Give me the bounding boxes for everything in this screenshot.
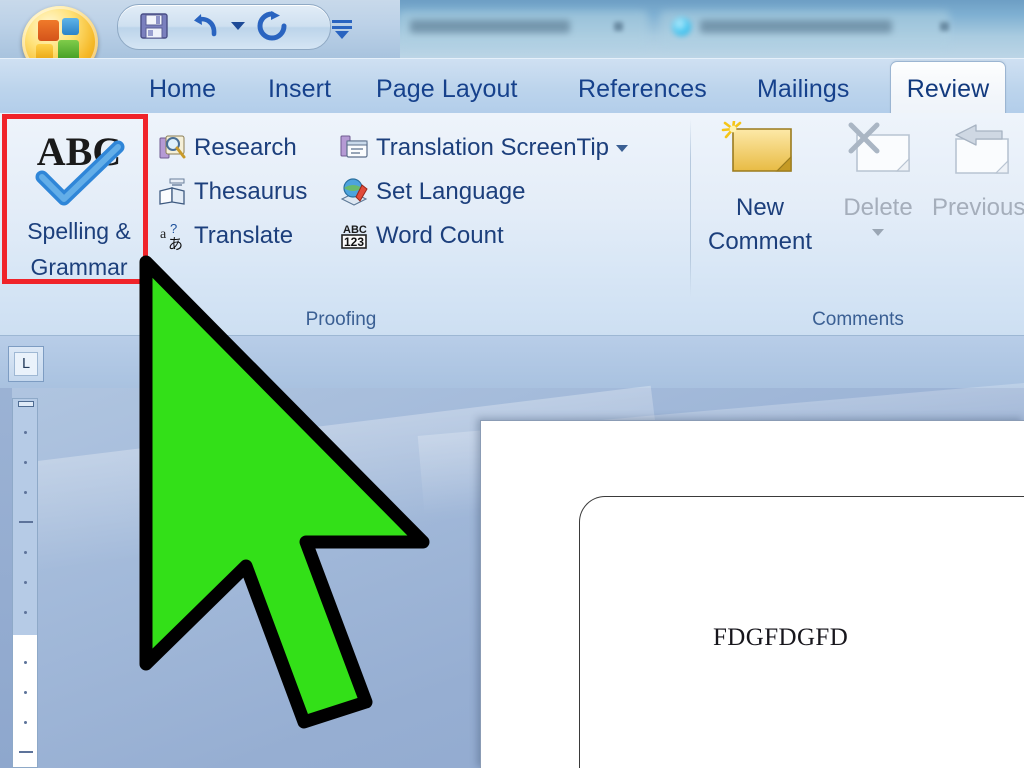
document-body-text[interactable]: FDGFDGFD (713, 624, 848, 652)
abc-checkmark-icon: ABC (24, 125, 134, 209)
tab-stop-selector[interactable]: L (8, 346, 44, 382)
spelling-label-line1: Spelling & (27, 218, 131, 244)
undo-arrow-icon[interactable] (190, 10, 222, 42)
word-application-window: Home Insert Page Layout References Maili… (0, 0, 1024, 768)
new-comment-line2: Comment (707, 228, 813, 255)
vertical-ruler[interactable] (12, 398, 38, 768)
translation-screentip-chevron-down-icon[interactable] (616, 144, 628, 152)
previous-comment-button[interactable]: Previous (930, 121, 1024, 225)
set-language-button[interactable]: Set Language (340, 175, 525, 209)
browser-tab-2-close-icon[interactable] (940, 22, 949, 31)
document-page[interactable]: FDGFDGFD (480, 420, 1024, 768)
thesaurus-label: Thesaurus (194, 178, 308, 205)
orb-square-blue (62, 18, 79, 35)
tab-home[interactable]: Home (137, 63, 228, 115)
previous-comment-label: Previous (932, 191, 1024, 225)
orb-square-orange (38, 20, 59, 41)
tab-insert-label: Insert (268, 74, 332, 103)
word-count-label: Word Count (376, 222, 504, 249)
vruler-tick (24, 691, 27, 694)
browser-tab-1-title (410, 20, 570, 33)
ribbon-tab-strip: Home Insert Page Layout References Maili… (0, 58, 1024, 117)
tab-review[interactable]: Review (890, 61, 1006, 117)
previous-comment-line1: Previous (932, 194, 1024, 221)
vruler-tick (24, 551, 27, 554)
new-comment-label: New Comment (700, 191, 820, 259)
redo-arrow-icon[interactable] (256, 10, 288, 42)
svg-text:あ: あ (168, 235, 183, 251)
undo-dropdown-chevron-down-icon[interactable] (231, 22, 245, 30)
mouse-cursor-arrow-icon (118, 250, 438, 730)
vruler-half-inch-bar (19, 521, 33, 523)
group-divider (690, 119, 691, 297)
quick-access-toolbar (0, 0, 400, 78)
set-language-label: Set Language (376, 178, 526, 205)
translation-screentip-icon (340, 133, 370, 163)
svg-text:123: 123 (344, 235, 364, 249)
customize-qat-chevron-down-icon[interactable] (326, 10, 358, 42)
vruler-tick (24, 491, 27, 494)
tab-mailings-label: Mailings (757, 74, 850, 103)
research-button[interactable]: Research (158, 131, 297, 165)
new-comment-icon (719, 119, 801, 183)
save-icon[interactable] (138, 10, 170, 42)
vruler-tick (24, 611, 27, 614)
delete-comment-chevron-down-icon[interactable] (872, 229, 884, 236)
delete-comment-icon (837, 121, 919, 183)
tab-references-label: References (578, 74, 707, 103)
browser-tab-2-favicon-icon (672, 17, 691, 36)
delete-comment-label: Delete (818, 191, 938, 225)
word-count-abc123-icon: ABC 123 (340, 221, 370, 251)
thesaurus-book-icon (158, 177, 188, 207)
tab-insert[interactable]: Insert (256, 63, 343, 115)
translate-icon: a ? あ (158, 221, 188, 253)
set-language-globe-icon (340, 177, 370, 207)
previous-comment-icon (936, 121, 1018, 183)
vertical-ruler-margin (13, 399, 37, 635)
delete-comment-button[interactable]: Delete (818, 121, 938, 236)
new-comment-button[interactable]: New Comment (700, 119, 820, 259)
tab-review-label: Review (906, 75, 990, 103)
vruler-tick (24, 461, 27, 464)
thesaurus-button[interactable]: Thesaurus (158, 175, 307, 209)
translate-label: Translate (194, 222, 294, 249)
comments-group-label: Comments (812, 309, 904, 330)
tab-mailings[interactable]: Mailings (745, 63, 862, 115)
vruler-half-inch-bar (19, 751, 33, 753)
vruler-tick (24, 581, 27, 584)
translate-button[interactable]: a ? あ Translate (158, 219, 293, 253)
new-comment-line1: New (735, 194, 784, 221)
svg-text:?: ? (170, 221, 177, 236)
vertical-ruler-indent-marker[interactable] (18, 401, 34, 407)
browser-tab-1-close-icon[interactable] (614, 22, 623, 31)
tab-references[interactable]: References (566, 63, 719, 115)
browser-tab-2-title (700, 20, 892, 33)
word-count-button[interactable]: ABC 123 Word Count (340, 219, 504, 253)
research-magnifier-icon (158, 133, 188, 163)
tab-stop-selector-glyph: L (14, 352, 38, 376)
tab-page-layout-label: Page Layout (376, 74, 518, 103)
tab-home-label: Home (149, 74, 217, 103)
translation-screentip-label: Translation ScreenTip (376, 134, 609, 161)
vruler-tick (24, 431, 27, 434)
svg-text:a: a (160, 227, 167, 242)
research-label: Research (194, 134, 297, 161)
delete-comment-line1: Delete (843, 194, 913, 221)
tab-page-layout[interactable]: Page Layout (364, 63, 530, 115)
vruler-tick (24, 721, 27, 724)
vruler-tick (24, 661, 27, 664)
translation-screentip-button[interactable]: Translation ScreenTip (340, 131, 628, 165)
workspace-left-edge (0, 388, 12, 768)
